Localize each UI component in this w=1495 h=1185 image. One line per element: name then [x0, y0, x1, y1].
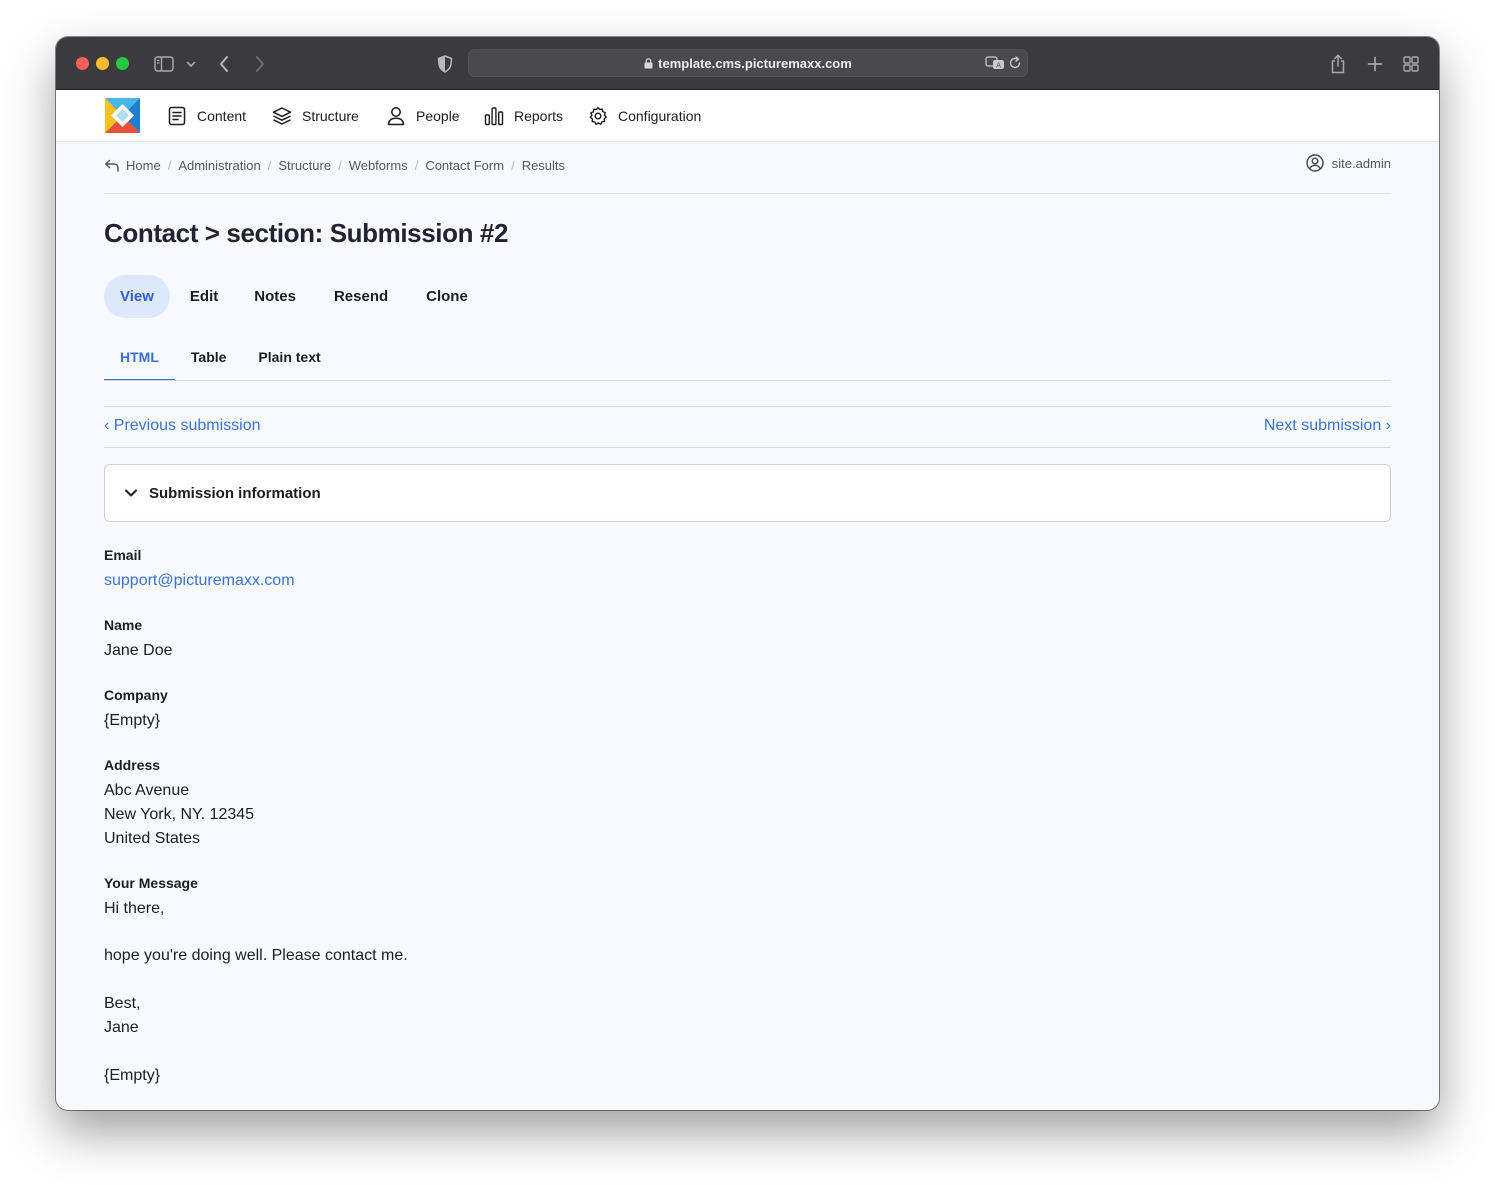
admin-toolbar: Content Structure People Reports Configu…: [56, 90, 1439, 142]
gear-icon: [587, 105, 609, 127]
field-email: Email support@picturemaxx.com: [104, 546, 295, 593]
nav-item-label: People: [416, 108, 460, 124]
field-value: Jane Doe: [104, 642, 173, 659]
zoom-window-button[interactable]: [116, 57, 129, 70]
tab-edit[interactable]: Edit: [174, 275, 234, 318]
user-circle-icon: [1306, 154, 1324, 172]
field-label: Address: [104, 757, 161, 773]
nav-item-label: Structure: [302, 108, 359, 124]
message-line: hope you're doing well. Please contact m…: [104, 947, 408, 964]
field-value-empty: {Empty}: [104, 1067, 161, 1084]
close-window-button[interactable]: [76, 57, 89, 70]
field-name: Name Jane Doe: [104, 616, 173, 663]
field-company: Company {Empty}: [104, 686, 168, 733]
breadcrumb-structure[interactable]: Structure: [278, 158, 331, 173]
tab-view[interactable]: View: [104, 275, 170, 318]
address-bar[interactable]: template.cms.picturemaxx.com A: [468, 49, 1028, 77]
address-line: United States: [104, 830, 201, 847]
chevron-down-icon: [123, 485, 139, 501]
user-menu[interactable]: site.admin: [1306, 154, 1391, 172]
return-arrow-icon[interactable]: [104, 159, 120, 172]
document-icon: [166, 105, 188, 127]
message-line: Hi there,: [104, 900, 165, 917]
nav-item-label: Configuration: [618, 108, 702, 124]
divider: [104, 193, 1391, 194]
nav-item-configuration[interactable]: Configuration: [587, 104, 701, 128]
field-label: Company: [104, 687, 168, 703]
tab-notes[interactable]: Notes: [238, 275, 312, 318]
tab-plain-text[interactable]: Plain text: [242, 343, 336, 381]
tab-table[interactable]: Table: [175, 343, 243, 381]
tab-html[interactable]: HTML: [104, 343, 175, 381]
divider: [104, 380, 1391, 381]
message-line: Best,: [104, 995, 141, 1012]
field-address: Address Abc Avenue New York, NY. 12345 U…: [104, 756, 254, 851]
primary-tabs: View Edit Notes Resend Clone: [104, 275, 488, 318]
back-icon[interactable]: [216, 53, 232, 75]
page-title: Contact > section: Submission #2: [104, 218, 509, 248]
field-value: {Empty}: [104, 712, 161, 729]
divider: [104, 406, 1391, 407]
nav-item-structure[interactable]: Structure: [271, 104, 359, 128]
nav-item-people[interactable]: People: [385, 104, 460, 128]
site-logo[interactable]: [105, 98, 140, 133]
breadcrumb-results[interactable]: Results: [522, 158, 565, 173]
nav-item-reports[interactable]: Reports: [483, 104, 563, 128]
nav-item-label: Content: [197, 108, 247, 124]
field-label: Your Message: [104, 875, 198, 891]
secondary-tabs: HTML Table Plain text: [104, 343, 337, 381]
email-link[interactable]: support@picturemaxx.com: [104, 569, 295, 593]
shield-icon[interactable]: [436, 53, 454, 75]
layers-icon: [271, 105, 293, 127]
breadcrumb: Home / Administration / Structure / Webf…: [104, 155, 565, 175]
address-line: New York, NY. 12345: [104, 806, 255, 823]
nav-item-content[interactable]: Content: [166, 104, 246, 128]
reload-icon[interactable]: [1008, 56, 1022, 75]
address-text: template.cms.picturemaxx.com: [469, 56, 1027, 72]
share-icon[interactable]: [1328, 53, 1348, 75]
translate-icon[interactable]: A: [985, 55, 1005, 76]
forward-icon[interactable]: [252, 53, 268, 75]
field-label: Name: [104, 617, 143, 633]
address-value: Abc Avenue New York, NY. 12345 United St…: [104, 779, 254, 851]
chevron-down-icon[interactable]: [184, 53, 198, 75]
minimize-window-button[interactable]: [96, 57, 109, 70]
tab-resend[interactable]: Resend: [316, 275, 404, 318]
svg-text:A: A: [996, 62, 1001, 70]
next-submission-link[interactable]: Next submission ›: [1264, 417, 1391, 435]
lock-icon: [644, 57, 653, 72]
submission-information-details[interactable]: Submission information: [104, 464, 1391, 522]
field-your-message: Your Message Hi there,: [104, 874, 198, 921]
divider: [104, 447, 1391, 448]
breadcrumb-webforms[interactable]: Webforms: [349, 158, 408, 173]
bar-chart-icon: [483, 105, 505, 127]
message-line: Jane: [104, 1019, 139, 1036]
browser-window: template.cms.picturemaxx.com A Content S…: [56, 37, 1439, 1110]
user-name: site.admin: [1331, 155, 1391, 171]
sidebar-toggle-icon[interactable]: [153, 53, 175, 75]
breadcrumb-administration[interactable]: Administration: [178, 158, 260, 173]
browser-titlebar: template.cms.picturemaxx.com A: [56, 37, 1439, 90]
person-icon: [385, 105, 407, 127]
new-tab-icon[interactable]: [1365, 53, 1385, 75]
breadcrumb-home[interactable]: Home: [126, 158, 161, 173]
breadcrumb-contact-form[interactable]: Contact Form: [425, 158, 504, 173]
tab-overview-icon[interactable]: [1401, 53, 1421, 75]
url-text: template.cms.picturemaxx.com: [658, 56, 852, 71]
field-label: Email: [104, 547, 142, 563]
details-summary-label: Submission information: [149, 484, 321, 502]
nav-item-label: Reports: [514, 108, 564, 124]
tab-clone[interactable]: Clone: [408, 275, 484, 318]
previous-submission-link[interactable]: ‹ Previous submission: [104, 417, 261, 435]
address-line: Abc Avenue: [104, 782, 190, 799]
